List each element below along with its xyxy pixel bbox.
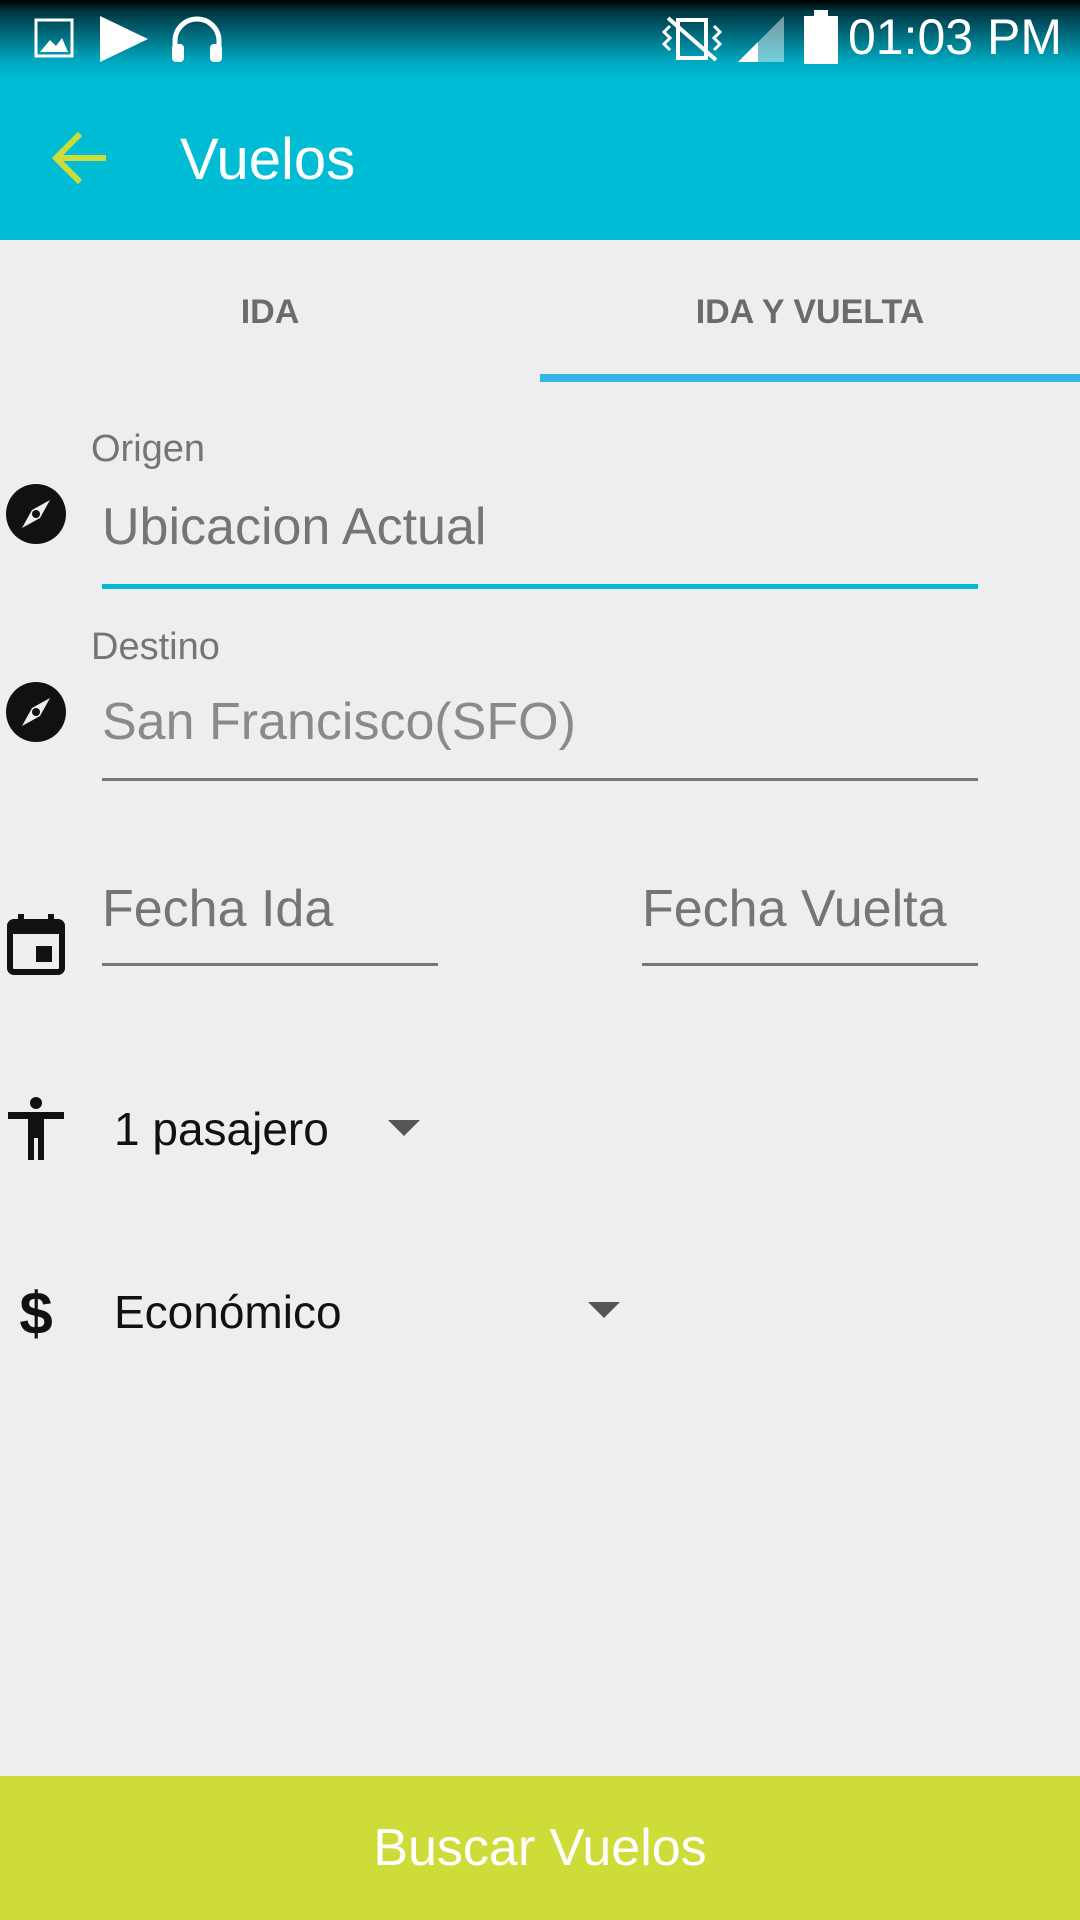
destination-input[interactable]: San Francisco(SFO) xyxy=(102,692,982,752)
back-button[interactable] xyxy=(50,128,120,188)
headphones-icon xyxy=(172,16,222,62)
vibrate-icon xyxy=(661,16,723,62)
status-time: 01:03 PM xyxy=(847,9,1062,65)
person-icon xyxy=(8,1097,64,1160)
tab-indicator xyxy=(540,374,1080,382)
search-flights-button[interactable]: Buscar Vuelos xyxy=(0,1776,1080,1920)
play-icon xyxy=(100,16,148,62)
battery-icon xyxy=(804,10,838,64)
return-date-underline xyxy=(642,963,978,966)
signal-icon xyxy=(738,16,784,62)
trip-type-tabs: IDA IDA Y VUELTA xyxy=(0,240,1080,384)
departure-date-underline xyxy=(102,963,438,966)
image-icon xyxy=(34,18,74,58)
compass-icon xyxy=(6,682,66,742)
destination-underline xyxy=(102,778,978,781)
passengers-spinner[interactable]: 1 pasajero xyxy=(114,1102,329,1156)
origin-input[interactable] xyxy=(102,494,982,560)
class-spinner[interactable]: Económico xyxy=(114,1285,342,1339)
tab-ida[interactable]: IDA xyxy=(0,240,540,384)
return-date-input[interactable] xyxy=(642,876,978,942)
app-bar: Vuelos xyxy=(0,78,1080,240)
class-dropdown-caret[interactable] xyxy=(588,1302,620,1318)
tab-ida-y-vuelta[interactable]: IDA Y VUELTA xyxy=(540,240,1080,384)
compass-icon xyxy=(6,484,66,544)
departure-date-input[interactable] xyxy=(102,876,432,942)
page-title: Vuelos xyxy=(180,127,356,192)
destination-label: Destino xyxy=(91,626,220,668)
svg-text:$: $ xyxy=(19,1280,52,1344)
origin-underline xyxy=(102,584,978,589)
passengers-dropdown-caret[interactable] xyxy=(388,1120,420,1136)
status-bar: 01:03 PM xyxy=(0,0,1080,78)
origin-label: Origen xyxy=(91,428,206,470)
calendar-icon xyxy=(7,914,65,975)
arrow-back-icon xyxy=(51,131,106,185)
dollar-icon: $ xyxy=(19,1280,52,1344)
